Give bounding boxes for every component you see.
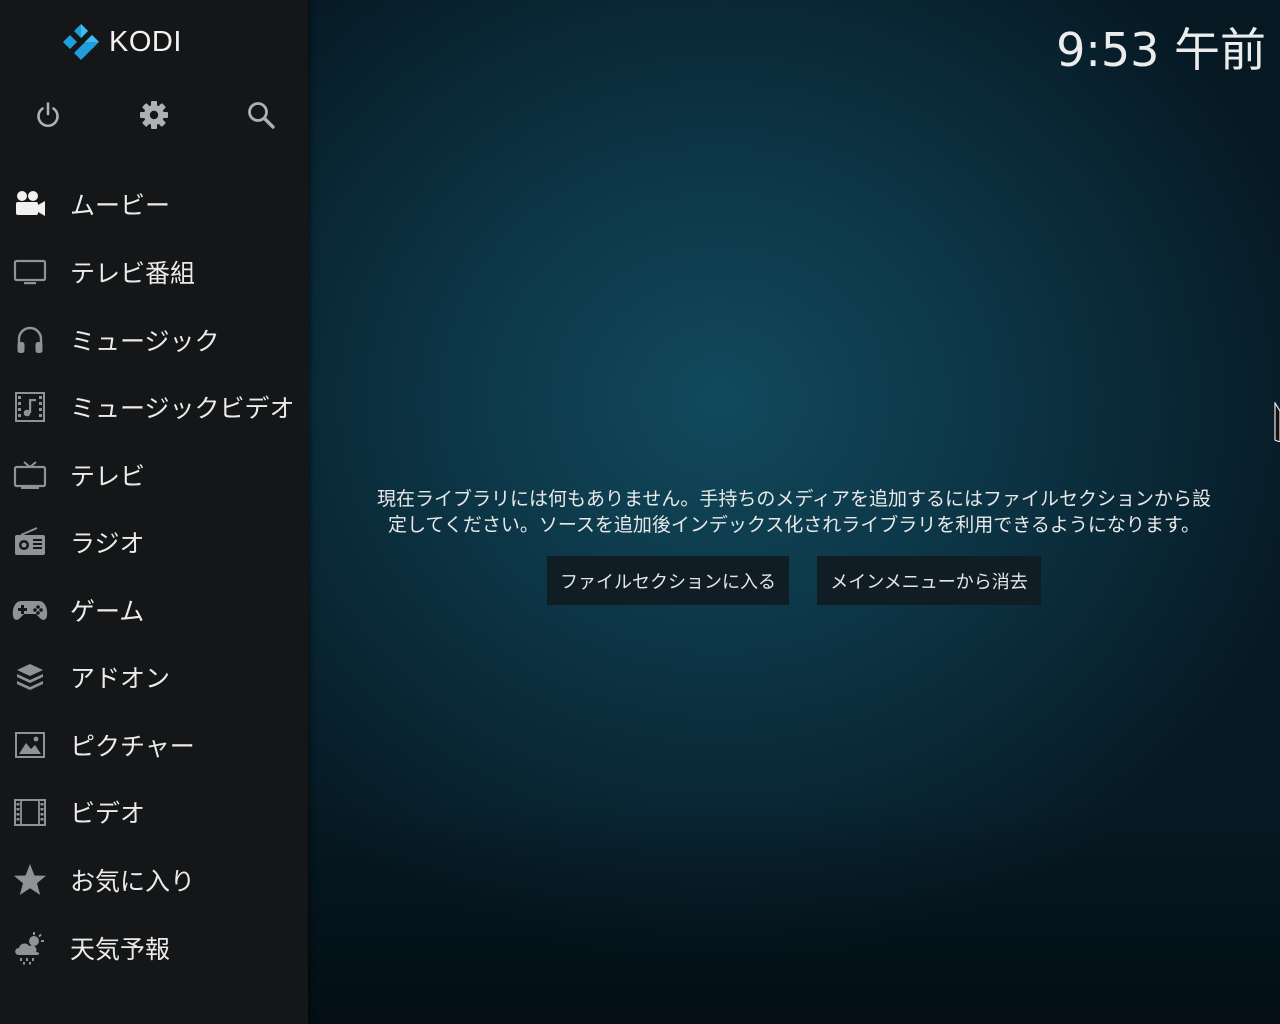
addon-box-icon — [10, 657, 50, 697]
menu-item-radio[interactable]: ラジオ — [0, 511, 308, 573]
kodi-logo: KODI — [62, 22, 182, 62]
quick-actions — [0, 90, 308, 140]
power-button[interactable] — [23, 90, 73, 140]
message-line: 定してください。ソースを追加後インデックス化されライブラリを利用できるようになり… — [387, 514, 1201, 536]
menu-item-favourites[interactable]: お気に入り — [0, 849, 308, 911]
tv-shows-icon — [10, 252, 50, 292]
menu-item-videos[interactable]: ビデオ — [0, 781, 308, 843]
menu-item-pictures[interactable]: ピクチャー — [0, 714, 308, 776]
picture-icon — [10, 725, 50, 765]
search-icon — [248, 102, 275, 129]
search-button[interactable] — [236, 90, 286, 140]
enter-files-section-button[interactable]: ファイルセクションに入る — [547, 556, 789, 605]
menu-item-label: ラジオ — [70, 529, 145, 558]
menu-item-music-videos[interactable]: ミュージックビデオ — [0, 376, 308, 438]
star-icon — [10, 860, 50, 900]
settings-button[interactable] — [129, 90, 179, 140]
menu-item-label: ムービー — [70, 191, 171, 220]
film-strip-icon — [10, 792, 50, 832]
menu-item-label: 天気予報 — [70, 935, 171, 964]
menu-item-label: お気に入り — [70, 867, 196, 896]
kodi-logo-icon — [63, 24, 99, 60]
gear-icon — [140, 101, 168, 129]
sidebar: KODI ムービー テレビ番組 ミュージック ミュージックビデオ テレビ ラジオ… — [0, 0, 308, 1024]
menu-item-label: ピクチャー — [70, 732, 195, 761]
mouse-cursor-icon — [1272, 400, 1280, 446]
menu-item-label: ミュージックビデオ — [70, 394, 295, 423]
music-video-icon — [10, 387, 50, 427]
menu-item-label: ゲーム — [70, 597, 145, 626]
menu-item-label: テレビ — [70, 462, 146, 491]
menu-item-tv[interactable]: テレビ — [0, 444, 308, 506]
message-line: 現在ライブラリには何もありません。手持ちのメディアを追加するにはファイルセクショ… — [376, 488, 1212, 510]
menu-item-movies[interactable]: ムービー — [0, 173, 308, 235]
kodi-logo-text: KODI — [109, 25, 182, 58]
tv-icon — [10, 455, 50, 495]
remove-from-main-menu-button[interactable]: メインメニューから消去 — [817, 556, 1041, 605]
weather-icon — [10, 928, 50, 968]
power-icon — [37, 102, 59, 127]
menu-item-label: ビデオ — [70, 799, 146, 828]
headphones-icon — [10, 320, 50, 360]
menu-item-addons[interactable]: アドオン — [0, 646, 308, 708]
menu-item-label: ミュージック — [70, 327, 220, 356]
movies-icon — [10, 184, 50, 224]
menu-item-label: テレビ番組 — [70, 259, 196, 288]
clock: 9:53 午前 — [1056, 23, 1266, 77]
menu-item-weather[interactable]: 天気予報 — [0, 917, 308, 979]
menu-item-music[interactable]: ミュージック — [0, 309, 308, 371]
menu-item-tv-shows[interactable]: テレビ番組 — [0, 241, 308, 303]
radio-icon — [10, 522, 50, 562]
menu-item-games[interactable]: ゲーム — [0, 579, 308, 641]
gamepad-icon — [10, 590, 50, 630]
empty-library-message: 現在ライブラリには何もありません。手持ちのメディアを追加するにはファイルセクショ… — [340, 486, 1248, 538]
menu-item-label: アドオン — [70, 664, 171, 693]
kodi-window: KODI ムービー テレビ番組 ミュージック ミュージックビデオ テレビ ラジオ… — [0, 0, 1280, 1024]
